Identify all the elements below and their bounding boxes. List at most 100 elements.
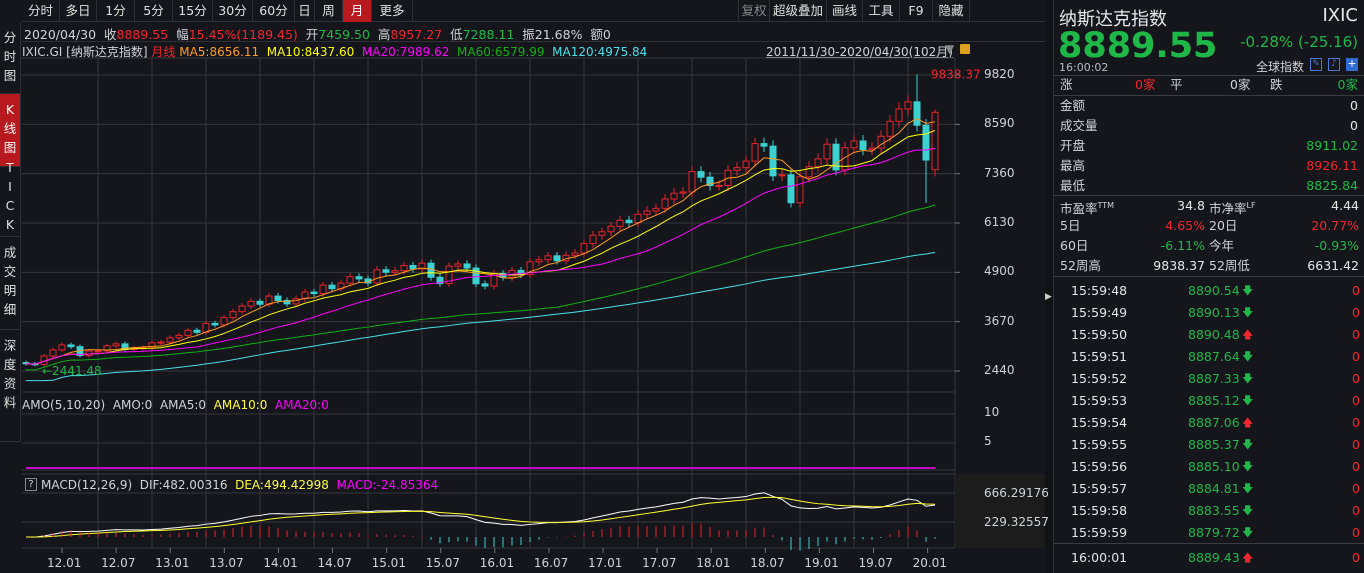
tick-price: 8883.55: [1188, 503, 1240, 518]
tick-price: 8890.13: [1188, 305, 1240, 320]
stat-value: 8926.11: [1306, 158, 1358, 173]
x-tick-label: 19.01: [804, 556, 839, 570]
candle: [904, 101, 912, 110]
x-tick-label: 19.07: [858, 556, 893, 570]
candle: [220, 317, 228, 326]
candle: [778, 174, 786, 177]
candle: [670, 192, 678, 200]
tick-row: 15:59:51 8887.64 🡇 0: [1054, 346, 1364, 368]
down-label: 跌: [1270, 77, 1283, 92]
y-tick-label: 8590: [984, 116, 1015, 131]
tick-row: 15:59:59 8879.72 🡇 0: [1054, 522, 1364, 544]
tick-volume: 0: [1352, 481, 1360, 496]
x-tick-label: 15.01: [371, 556, 406, 570]
candle: [319, 284, 327, 295]
stat-row: 52周低 6631.42: [1209, 256, 1359, 276]
stat-label: 金额: [1060, 98, 1086, 113]
candle: [427, 262, 435, 278]
y-tick-label: 3670: [984, 313, 1015, 328]
tick-volume: 0: [1352, 305, 1360, 320]
stat-row: 52周高 9838.37: [1060, 256, 1205, 276]
tick-price: 8887.06: [1188, 415, 1240, 430]
stat-label: 最高: [1060, 158, 1086, 173]
tick-time: 15:59:48: [1071, 283, 1128, 298]
candle: [58, 344, 66, 351]
x-tick-label: 20.01: [912, 556, 947, 570]
candle: [94, 350, 102, 353]
tick-volume: 0: [1352, 349, 1360, 364]
candle: [544, 255, 552, 261]
tick-time: 15:59:50: [1071, 327, 1128, 342]
macd-title: MACD(12,26,9): [41, 478, 133, 492]
global-index-link[interactable]: 全球指数: [1256, 58, 1304, 75]
tick-row: 15:59:55 8885.37 🡇 0: [1054, 434, 1364, 456]
candle: [859, 140, 867, 150]
bell-icon[interactable]: ♪: [1328, 58, 1340, 71]
x-tick-label: 14.07: [317, 556, 352, 570]
candle: [166, 337, 174, 343]
candle: [256, 300, 264, 305]
tick-volume: 0: [1352, 393, 1360, 408]
candle: [211, 322, 219, 326]
x-tick-label: 17.07: [642, 556, 677, 570]
y-tick-label: 6130: [984, 215, 1015, 229]
stat-row: 最低 8825.84: [1060, 176, 1358, 196]
arrow-up-icon: 🡅: [1242, 569, 1253, 573]
add-icon[interactable]: +: [1346, 58, 1358, 71]
amo-tick-label: 10: [984, 405, 1000, 419]
tick-volume: 0: [1352, 503, 1360, 518]
x-tick-label: 17.01: [588, 556, 623, 570]
y-tick-label: 2440: [984, 363, 1015, 377]
candle: [931, 111, 939, 171]
candle: [886, 120, 894, 137]
stat-row: 金额 0: [1060, 96, 1358, 116]
candle: [895, 108, 903, 122]
stat-row: 60日 -6.11%: [1060, 236, 1205, 256]
stat-label: 5日: [1060, 218, 1081, 233]
x-tick-label: 16.07: [533, 556, 569, 570]
collapse-arrow-icon[interactable]: ▶: [1045, 292, 1052, 302]
candle: [193, 329, 201, 333]
ama20-value: AMA20:0: [275, 398, 329, 412]
arrow-down-icon: 🡇: [1242, 438, 1254, 451]
up-count: 0家: [1135, 77, 1156, 92]
candle: [823, 143, 831, 160]
stat-row: 今年 -0.93%: [1209, 236, 1359, 256]
candle: [913, 101, 921, 126]
arrow-down-icon: 🡇: [1242, 372, 1254, 385]
x-tick-label: 18.07: [750, 556, 785, 570]
candle: [382, 269, 390, 273]
tick-price: 8889.43: [1188, 550, 1240, 565]
stat-value: 9838.37: [1153, 258, 1205, 273]
flat-label: 平: [1170, 77, 1183, 92]
arrow-up-icon: 🡅: [1242, 416, 1254, 429]
edit-icon[interactable]: ✎: [1310, 58, 1322, 71]
tick-row: 15:59:50 8890.48 🡅 0: [1054, 324, 1364, 346]
tick-list[interactable]: 15:59:48 8890.54 🡇 0 15:59:49 8890.13 🡇 0 15:59:…: [1054, 280, 1364, 573]
tick-time: 15:59:58: [1071, 503, 1128, 518]
tick-time: 15:59:55: [1071, 437, 1128, 452]
tick-price: 8887.33: [1188, 371, 1240, 386]
tick-price: 8890.48: [1188, 327, 1240, 342]
help-button[interactable]: ?: [25, 478, 37, 491]
x-tick-label: 14.01: [263, 556, 298, 570]
stat-value: 4.65%: [1165, 218, 1205, 233]
tick-volume: 0: [1352, 569, 1360, 573]
x-tick-label: 18.01: [696, 556, 731, 570]
tick-time: 16:00:01: [1071, 550, 1128, 565]
candle: [769, 145, 777, 177]
stat-value: 34.8: [1177, 198, 1205, 213]
ma10-line: [25, 129, 936, 365]
tick-price: 8879.72: [1188, 525, 1240, 540]
macd-tick-label: 229.32557: [984, 515, 1049, 529]
tick-time: 15:59:59: [1071, 525, 1128, 540]
tick-price: 8889.55: [1188, 569, 1240, 573]
stat-label: 52周高: [1060, 258, 1101, 273]
stat-value: 0: [1350, 98, 1358, 113]
tick-volume: 0: [1352, 283, 1360, 298]
stat-value: -0.93%: [1314, 238, 1359, 253]
arrow-up-icon: 🡅: [1242, 328, 1254, 341]
tick-time: 15:59:51: [1071, 349, 1128, 364]
tick-price: 8885.10: [1188, 459, 1240, 474]
stat-value: 4.44: [1331, 198, 1359, 213]
